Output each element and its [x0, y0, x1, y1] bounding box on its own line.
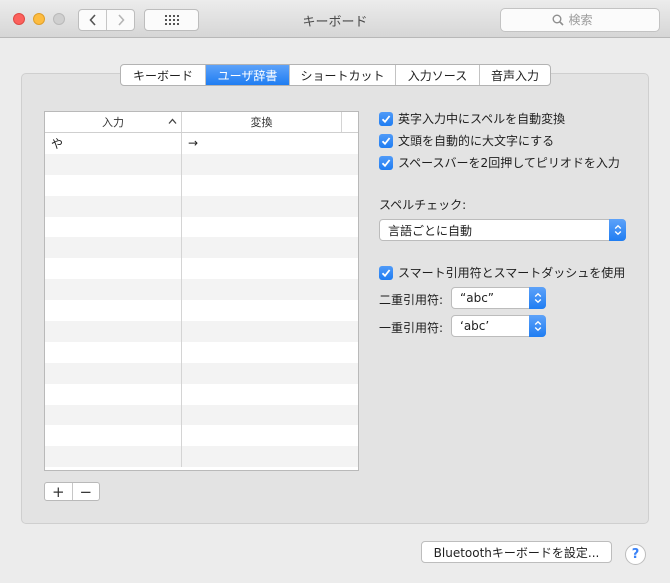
title-bar: キーボード: [0, 0, 670, 38]
column-header-conversion[interactable]: 変換: [182, 112, 342, 132]
cell-input: [45, 404, 182, 426]
tab-dictation[interactable]: 音声入力: [479, 65, 550, 85]
tab-keyboard[interactable]: キーボード: [121, 65, 205, 85]
table-row[interactable]: [45, 258, 358, 280]
single-quotes-label: 一重引用符:: [379, 321, 444, 335]
cell-conversion: [182, 196, 342, 217]
cell-conversion: [182, 342, 342, 363]
table-row[interactable]: [45, 237, 358, 259]
cell-conversion: [182, 384, 342, 405]
column-header-input[interactable]: 入力: [45, 112, 182, 132]
autocorrect-label: 英字入力中にスペルを自動変換: [398, 112, 566, 126]
column-header-conversion-label: 変換: [250, 116, 273, 129]
search-input[interactable]: [568, 13, 609, 27]
single-quotes-value: ‘abc’: [460, 319, 490, 333]
cell-input: [45, 383, 182, 405]
cell-input: [45, 258, 182, 280]
cell-conversion: [182, 425, 342, 446]
add-remove-group: + −: [44, 482, 100, 501]
cell-input: [45, 300, 182, 322]
cell-input: [45, 279, 182, 301]
add-entry-button[interactable]: +: [45, 483, 72, 500]
checkmark-icon: [379, 133, 393, 148]
smart-quotes-label: スマート引用符とスマートダッシュを使用: [398, 266, 626, 280]
updown-chevron-icon: [529, 287, 546, 309]
checkmark-icon: [379, 111, 393, 126]
cell-conversion: [182, 258, 342, 279]
table-row[interactable]: [45, 425, 358, 447]
spell-check-popup[interactable]: 言語ごとに自動: [379, 219, 626, 241]
cell-conversion: [182, 217, 342, 238]
search-field[interactable]: [500, 8, 660, 32]
table-row[interactable]: [45, 195, 358, 217]
double-quotes-label: 二重引用符:: [379, 293, 444, 307]
table-row[interactable]: [45, 446, 358, 468]
table-row[interactable]: [45, 362, 358, 384]
cell-conversion: [182, 279, 342, 300]
table-row[interactable]: [45, 174, 358, 196]
table-row[interactable]: [45, 341, 358, 363]
table-row[interactable]: [45, 279, 358, 301]
double-quotes-value: “abc”: [460, 291, 495, 305]
table-body: や →: [45, 133, 358, 468]
search-icon: [552, 14, 564, 26]
cell-conversion: [182, 175, 342, 196]
cell-input: [45, 362, 182, 384]
table-row[interactable]: や →: [45, 133, 358, 154]
cell-conversion: [182, 300, 342, 321]
cell-input: [45, 216, 182, 238]
column-header-spacer: [342, 112, 358, 132]
checkmark-icon: [379, 265, 393, 280]
help-icon: ?: [631, 547, 640, 562]
table-row[interactable]: [45, 216, 358, 238]
cell-input: [45, 174, 182, 196]
cell-conversion: [182, 446, 342, 467]
updown-chevron-icon: [529, 315, 546, 337]
double-quotes-popup[interactable]: “abc”: [451, 287, 546, 309]
capitalize-checkbox[interactable]: 文頭を自動的に大文字にする: [379, 132, 554, 149]
autocorrect-checkbox[interactable]: 英字入力中にスペルを自動変換: [379, 110, 565, 127]
checkmark-icon: [379, 155, 393, 170]
tab-bar: キーボード ユーザ辞書 ショートカット 入力ソース 音声入力: [120, 64, 551, 86]
tab-shortcuts[interactable]: ショートカット: [289, 65, 395, 85]
double-space-period-label: スペースバーを2回押してピリオドを入力: [398, 156, 620, 170]
table-row[interactable]: [45, 153, 358, 175]
double-space-period-checkbox[interactable]: スペースバーを2回押してピリオドを入力: [379, 154, 620, 171]
cell-input: [45, 425, 182, 447]
spell-check-value: 言語ごとに自動: [388, 223, 473, 238]
setup-bluetooth-keyboard-button[interactable]: Bluetoothキーボードを設定...: [421, 541, 612, 563]
table-row[interactable]: [45, 383, 358, 405]
tab-input-sources[interactable]: 入力ソース: [395, 65, 479, 85]
cell-conversion: [182, 237, 342, 258]
single-quotes-popup[interactable]: ‘abc’: [451, 315, 546, 337]
cell-conversion: [182, 363, 342, 384]
column-header-input-label: 入力: [102, 116, 124, 129]
spell-check-label: スペルチェック:: [379, 198, 467, 212]
cell-conversion: [182, 405, 342, 426]
cell-input: [45, 341, 182, 363]
cell-conversion: [182, 154, 342, 175]
remove-entry-button[interactable]: −: [71, 483, 100, 500]
cell-input: [45, 195, 182, 217]
cell-input: [45, 446, 182, 468]
tab-user-dictionary[interactable]: ユーザ辞書: [205, 65, 289, 85]
cell-conversion: →: [188, 136, 199, 151]
cell-input: [45, 237, 182, 259]
cell-conversion: [182, 321, 342, 342]
sort-ascending-icon: [168, 118, 177, 124]
table-header: 入力 変換: [45, 112, 358, 133]
cell-input: [45, 321, 182, 342]
table-row[interactable]: [45, 321, 358, 342]
cell-input: や: [45, 133, 182, 154]
capitalize-label: 文頭を自動的に大文字にする: [398, 134, 555, 148]
smart-quotes-checkbox[interactable]: スマート引用符とスマートダッシュを使用: [379, 264, 625, 281]
updown-chevron-icon: [609, 219, 626, 241]
cell-input: [45, 153, 182, 175]
table-row[interactable]: [45, 404, 358, 426]
help-button[interactable]: ?: [625, 544, 646, 565]
table-row[interactable]: [45, 300, 358, 322]
dictionary-table[interactable]: 入力 変換 や →: [44, 111, 359, 471]
